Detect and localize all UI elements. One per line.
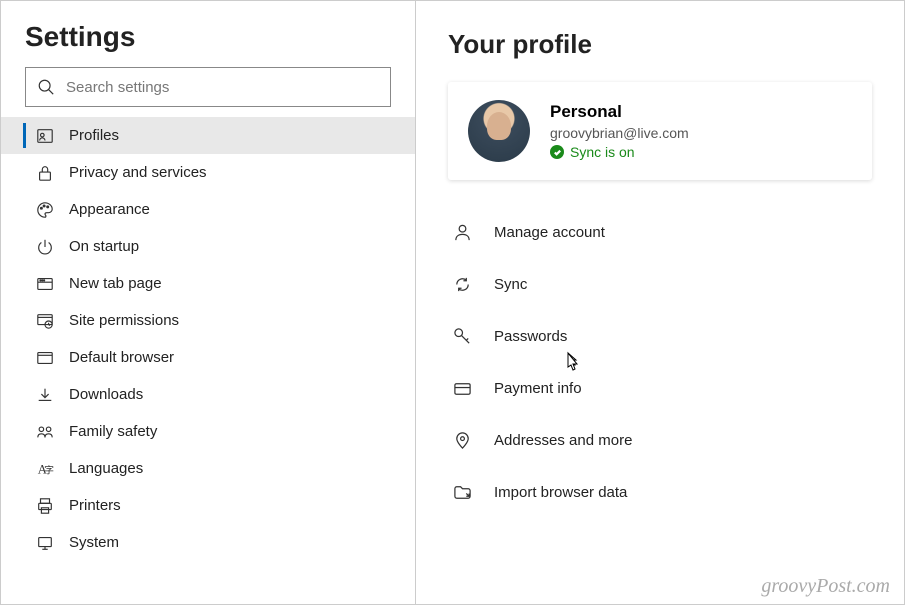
option-passwords[interactable]: Passwords [448, 310, 872, 362]
profile-card[interactable]: Personal groovybrian@live.com Sync is on [448, 82, 872, 180]
option-label: Addresses and more [494, 432, 632, 449]
option-payment[interactable]: Payment info [448, 362, 872, 414]
check-icon [550, 145, 564, 159]
download-icon [35, 385, 55, 405]
option-label: Payment info [494, 380, 582, 397]
nav-item-newtab[interactable]: New tab page [1, 265, 415, 302]
nav-label: Printers [69, 497, 121, 514]
printer-icon [35, 496, 55, 516]
power-icon [35, 237, 55, 257]
language-icon: A字 [35, 459, 55, 479]
profile-info: Personal groovybrian@live.com Sync is on [550, 102, 689, 160]
system-icon [35, 533, 55, 553]
nav-item-privacy[interactable]: Privacy and services [1, 154, 415, 191]
nav-label: Profiles [69, 127, 119, 144]
nav-label: On startup [69, 238, 139, 255]
settings-title: Settings [1, 21, 415, 67]
nav-label: Privacy and services [69, 164, 207, 181]
settings-nav: Profiles Privacy and services Appearance… [1, 117, 415, 561]
nav-item-appearance[interactable]: Appearance [1, 191, 415, 228]
newtab-icon [35, 274, 55, 294]
family-icon [35, 422, 55, 442]
sync-status: Sync is on [550, 144, 689, 160]
profile-icon [35, 126, 55, 146]
option-label: Sync [494, 276, 527, 293]
sync-status-text: Sync is on [570, 144, 635, 160]
page-title: Your profile [448, 29, 872, 60]
nav-item-system[interactable]: System [1, 524, 415, 561]
option-label: Passwords [494, 328, 567, 345]
sync-icon [452, 274, 472, 294]
option-sync[interactable]: Sync [448, 258, 872, 310]
nav-label: Default browser [69, 349, 174, 366]
nav-item-profiles[interactable]: Profiles [1, 117, 415, 154]
search-icon [36, 77, 56, 97]
nav-item-printers[interactable]: Printers [1, 487, 415, 524]
location-icon [452, 430, 472, 450]
search-input[interactable] [66, 79, 380, 96]
nav-label: Downloads [69, 386, 143, 403]
nav-label: Languages [69, 460, 143, 477]
nav-label: System [69, 534, 119, 551]
settings-sidebar: Settings Profiles Privacy and services A… [1, 1, 416, 604]
svg-text:字: 字 [44, 463, 54, 476]
profile-name: Personal [550, 102, 689, 122]
nav-label: New tab page [69, 275, 162, 292]
nav-item-defaultbrowser[interactable]: Default browser [1, 339, 415, 376]
nav-label: Family safety [69, 423, 157, 440]
option-addresses[interactable]: Addresses and more [448, 414, 872, 466]
option-import[interactable]: Import browser data [448, 466, 872, 518]
nav-item-family[interactable]: Family safety [1, 413, 415, 450]
option-manage-account[interactable]: Manage account [448, 206, 872, 258]
nav-label: Appearance [69, 201, 150, 218]
nav-item-startup[interactable]: On startup [1, 228, 415, 265]
import-icon [452, 482, 472, 502]
avatar [468, 100, 530, 162]
nav-item-downloads[interactable]: Downloads [1, 376, 415, 413]
browser-icon [35, 348, 55, 368]
option-label: Manage account [494, 224, 605, 241]
key-icon [452, 326, 472, 346]
person-icon [452, 222, 472, 242]
nav-item-languages[interactable]: A字 Languages [1, 450, 415, 487]
nav-label: Site permissions [69, 312, 179, 329]
card-icon [452, 378, 472, 398]
option-label: Import browser data [494, 484, 627, 501]
permissions-icon [35, 311, 55, 331]
palette-icon [35, 200, 55, 220]
lock-icon [35, 163, 55, 183]
profile-email: groovybrian@live.com [550, 125, 689, 141]
profile-options: Manage account Sync Passwords Payment in… [448, 206, 872, 518]
main-panel: Your profile Personal groovybrian@live.c… [416, 1, 904, 604]
nav-item-sitepermissions[interactable]: Site permissions [1, 302, 415, 339]
watermark: groovyPost.com [761, 575, 890, 598]
search-settings-box[interactable] [25, 67, 391, 107]
